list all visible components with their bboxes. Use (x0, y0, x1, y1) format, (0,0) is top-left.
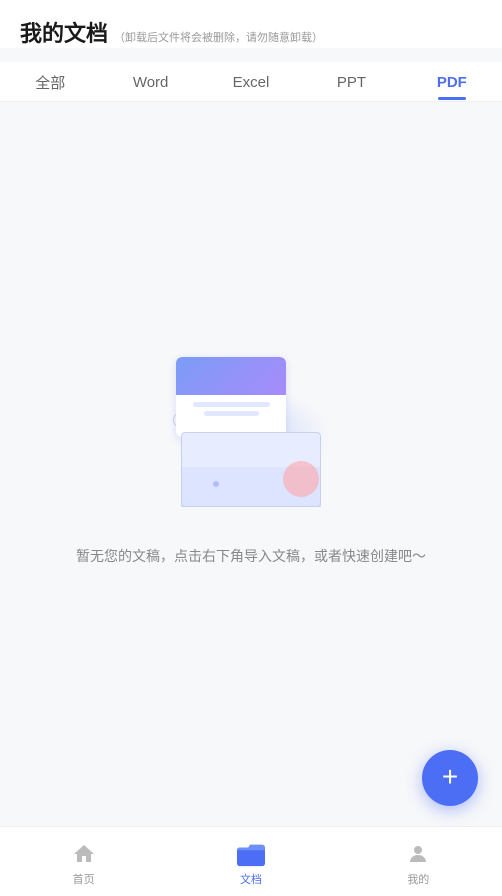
letter-header-band (176, 357, 286, 395)
page-subtitle: （卸载后文件将会被删除，请勿随意卸载） (114, 29, 323, 45)
nav-label-mine: 我的 (407, 871, 429, 887)
tab-excel[interactable]: Excel (201, 64, 301, 99)
add-fab-button[interactable]: + (422, 750, 478, 806)
tab-word[interactable]: Word (100, 64, 200, 99)
folder-icon (237, 840, 265, 868)
nav-item-docs[interactable]: 文档 (167, 836, 334, 887)
plus-icon: + (442, 763, 458, 791)
nav-item-mine[interactable]: 我的 (335, 836, 502, 887)
tab-pdf[interactable]: PDF (402, 64, 502, 99)
page-title: 我的文档 (20, 16, 108, 48)
tab-bar: 全部 Word Excel PPT PDF (0, 62, 502, 102)
person-icon (404, 840, 432, 868)
empty-illustration (161, 357, 341, 517)
nav-label-home: 首页 (73, 871, 95, 887)
header: 我的文档 （卸载后文件将会被删除，请勿随意卸载） (0, 0, 502, 48)
nav-label-docs: 文档 (240, 871, 262, 887)
tab-ppt[interactable]: PPT (301, 64, 401, 99)
home-icon (70, 840, 98, 868)
letter-line-1 (193, 402, 270, 407)
bottom-nav: 首页 文档 我的 (0, 826, 502, 896)
empty-state-text: 暂无您的文稿，点击右下角导入文稿，或者快速创建吧～ (76, 545, 426, 567)
letter-line-2 (204, 411, 259, 416)
nav-item-home[interactable]: 首页 (0, 836, 167, 887)
tab-all[interactable]: 全部 (0, 62, 100, 101)
main-content: 暂无您的文稿，点击右下角导入文稿，或者快速创建吧～ (0, 102, 502, 823)
